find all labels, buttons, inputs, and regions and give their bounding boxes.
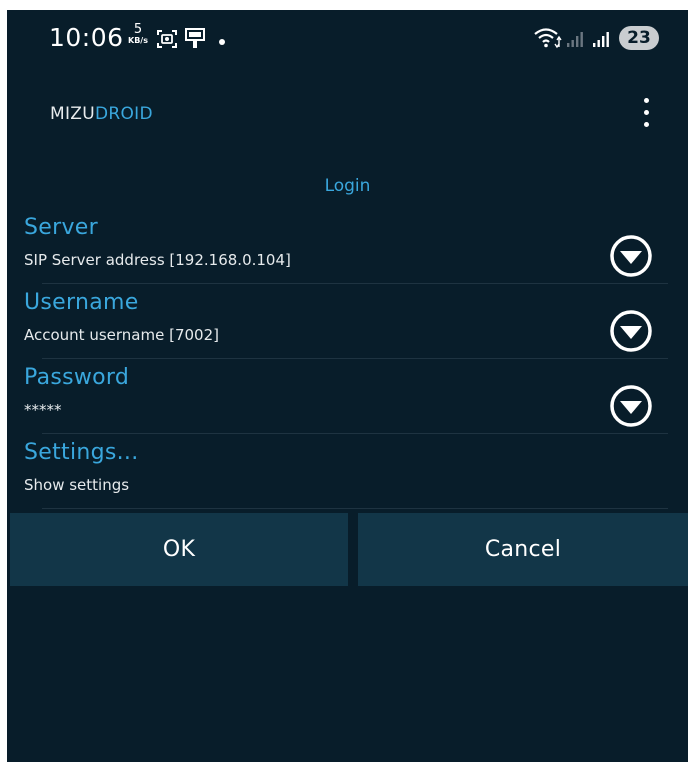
pref-summary: ***** — [24, 401, 62, 419]
network-speed: 5 KB/s — [126, 23, 150, 45]
notification-dot — [219, 39, 225, 45]
app-title-part1: MIZU — [50, 104, 95, 124]
cast-icon — [185, 28, 205, 48]
app-bar: MIZUDROID — [7, 66, 688, 166]
pref-server[interactable]: Server SIP Server address [192.168.0.104… — [7, 209, 688, 284]
pref-summary: Show settings — [24, 476, 130, 494]
dropdown-arrow-icon[interactable] — [609, 234, 653, 278]
pref-title: Server — [24, 215, 98, 240]
network-speed-unit: KB/s — [128, 36, 148, 45]
dropdown-arrow-icon[interactable] — [609, 309, 653, 353]
status-time: 10:06 — [49, 23, 124, 52]
battery-indicator: 23 — [619, 26, 659, 50]
network-speed-value: 5 — [133, 22, 143, 37]
overflow-menu-icon[interactable] — [639, 98, 655, 132]
screenshot-icon — [157, 30, 177, 48]
status-bar: 10:06 5 KB/s 23 — [7, 10, 688, 66]
signal-icon — [567, 32, 583, 47]
app-title: MIZUDROID — [50, 104, 153, 124]
pref-title: Settings... — [24, 440, 139, 465]
phone-screen: 10:06 5 KB/s 23 MIZUDROID Login Server S… — [7, 10, 688, 762]
signal-icon-2 — [593, 32, 609, 47]
wifi-icon — [534, 28, 562, 49]
cancel-button[interactable]: Cancel — [358, 513, 688, 586]
divider — [42, 508, 668, 509]
pref-title: Password — [24, 365, 130, 390]
dropdown-arrow-icon[interactable] — [609, 384, 653, 428]
pref-username[interactable]: Username Account username [7002] — [7, 284, 688, 359]
ok-button[interactable]: OK — [10, 513, 348, 586]
pref-summary: Account username [7002] — [24, 326, 219, 344]
pref-summary: SIP Server address [192.168.0.104] — [24, 251, 291, 269]
pref-password[interactable]: Password ***** — [7, 359, 688, 434]
pref-title: Username — [24, 290, 139, 315]
pref-settings[interactable]: Settings... Show settings — [7, 434, 688, 509]
app-title-part2: DROID — [94, 104, 153, 124]
dialog-title: Login — [324, 176, 371, 196]
